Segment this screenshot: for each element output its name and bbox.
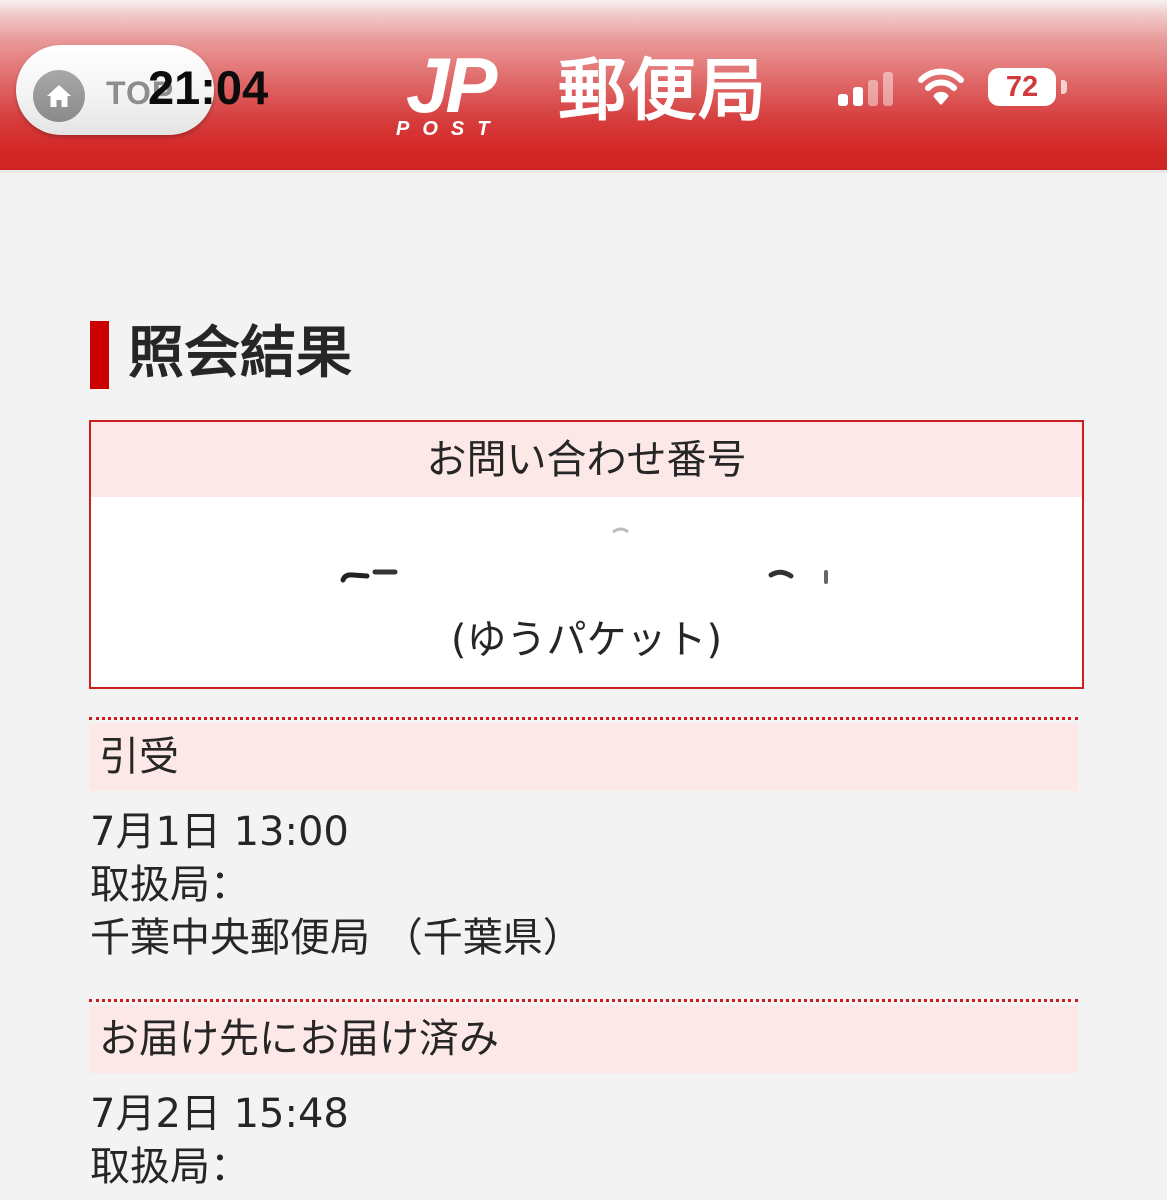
logo-sub: POST [396, 118, 503, 140]
inquiry-number-redacted [91, 522, 1082, 602]
status-bar-time: 21:04 [148, 61, 269, 114]
inquiry-number-header: お問い合わせ番号 [91, 422, 1082, 497]
jp-post-logo[interactable]: JP POST [396, 46, 526, 146]
event-details: 7月1日 13:00 取扱局： 千葉中央郵便局 （千葉県） [90, 806, 583, 965]
page-title: 照会結果 [128, 321, 352, 386]
event-office-label: 取扱局： [90, 1144, 250, 1190]
event-divider [89, 999, 1078, 1002]
inquiry-service-type: (ゆうパケット) [450, 617, 723, 663]
event-datetime: 7月2日 15:48 [90, 1091, 349, 1137]
logo-name: 郵便局 [558, 52, 769, 131]
event-office: 千葉中央郵便局 （千葉県） [90, 915, 583, 961]
home-icon [33, 70, 85, 122]
event-status: 引受 [89, 723, 1078, 791]
site-header: TOP 21:04 JP POST 郵便局 72 [0, 0, 1167, 173]
event-divider [89, 717, 1078, 720]
wifi-icon [918, 68, 964, 105]
event-office-label: 取扱局： [90, 862, 250, 908]
inquiry-number-box: お問い合わせ番号 (ゆうパケット) [89, 420, 1084, 689]
logo-mark: JP [406, 41, 497, 129]
battery-level: 72 [1005, 71, 1039, 103]
cellular-signal-icon [838, 72, 898, 106]
battery-icon: 72 [988, 68, 1056, 106]
battery-cap [1061, 80, 1067, 94]
event-status: お届け先にお届け済み [89, 1005, 1078, 1073]
section-title-accent [90, 321, 109, 389]
event-details: 7月2日 15:48 取扱局： [90, 1088, 349, 1194]
event-datetime: 7月1日 13:00 [90, 809, 349, 855]
